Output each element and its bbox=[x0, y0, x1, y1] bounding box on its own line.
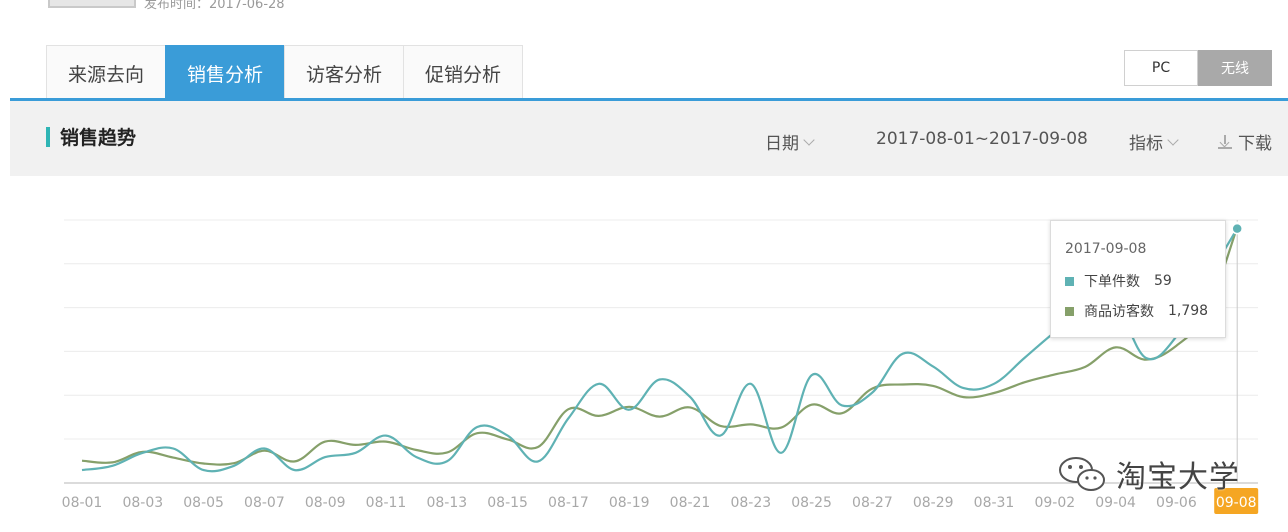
x-tick-label: 08-11 bbox=[366, 495, 407, 511]
x-tick-label: 08-17 bbox=[548, 495, 589, 511]
x-tick-label: 08-13 bbox=[426, 495, 467, 511]
x-tick-label: 08-23 bbox=[730, 495, 771, 511]
tooltip-row-visitors: 商品访客数 1,798 bbox=[1065, 301, 1208, 321]
x-tick-label: 08-03 bbox=[122, 495, 163, 511]
x-tick-label: 09-04 bbox=[1095, 495, 1136, 511]
tooltip-date: 2017-09-08 bbox=[1065, 241, 1147, 257]
tooltip-series-name: 下单件数 bbox=[1084, 274, 1140, 290]
x-tick-label: 08-07 bbox=[244, 495, 285, 511]
x-tick-label: 09-08 bbox=[1216, 495, 1257, 511]
x-tick-label: 08-01 bbox=[62, 495, 103, 511]
x-tick-label: 08-05 bbox=[183, 495, 224, 511]
x-tick-label: 09-02 bbox=[1034, 495, 1075, 511]
tooltip-series-value: 59 bbox=[1154, 273, 1172, 289]
x-tick-label: 08-25 bbox=[791, 495, 832, 511]
tooltip-series-value: 1,798 bbox=[1168, 303, 1209, 319]
watermark: 淘宝大学 bbox=[1056, 452, 1240, 496]
wechat-icon bbox=[1056, 454, 1110, 494]
x-tick-label: 08-09 bbox=[305, 495, 346, 511]
tooltip-row-orders: 下单件数 59 bbox=[1065, 271, 1172, 291]
legend-swatch-orders bbox=[1065, 276, 1074, 286]
x-tick-label: 08-27 bbox=[852, 495, 893, 511]
x-tick-label: 08-19 bbox=[609, 495, 650, 511]
x-tick-label: 08-29 bbox=[913, 495, 954, 511]
legend-swatch-visitors bbox=[1065, 306, 1074, 316]
x-tick-label: 08-31 bbox=[974, 495, 1015, 511]
x-tick-label: 08-21 bbox=[670, 495, 711, 511]
watermark-text: 淘宝大学 bbox=[1116, 460, 1240, 495]
data-point-orders bbox=[1231, 222, 1243, 235]
x-tick-label: 09-06 bbox=[1156, 495, 1197, 511]
chart-tooltip: 2017-09-08 下单件数 59 商品访客数 1,798 bbox=[1050, 220, 1226, 338]
tooltip-series-name: 商品访客数 bbox=[1084, 304, 1154, 320]
x-tick-label: 08-15 bbox=[487, 495, 528, 511]
